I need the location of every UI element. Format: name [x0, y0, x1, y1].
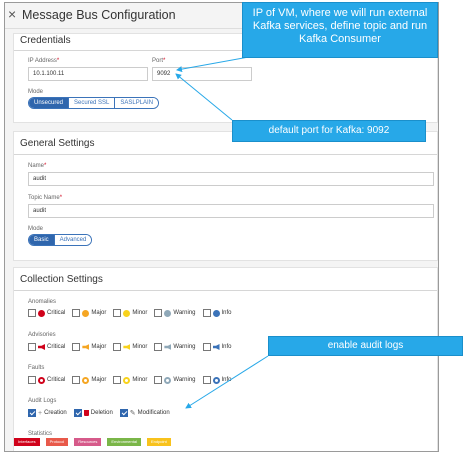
checkbox[interactable]	[154, 376, 163, 384]
advisory-critical-option[interactable]: Critical	[28, 343, 65, 351]
name-label: Name*	[28, 163, 47, 169]
fault-critical-option[interactable]: Critical	[28, 376, 65, 384]
checkbox[interactable]	[72, 343, 81, 351]
audit-logs-row: + Creation Deletion ✎ Modification	[28, 409, 177, 417]
advisory-info-option[interactable]: Info	[202, 343, 232, 351]
topic-name-input[interactable]: audit	[28, 204, 434, 218]
advisories-label: Advisories	[28, 332, 56, 338]
fault-minor-icon	[123, 376, 131, 384]
mode-label: Mode	[28, 89, 44, 95]
audit-logs-label: Audit Logs	[28, 398, 57, 404]
megaphone-icon	[82, 344, 90, 350]
port-label: Port*	[152, 58, 166, 64]
major-icon	[82, 309, 90, 317]
ip-callout: IP of VM, where we will run external Kaf…	[242, 2, 438, 58]
info-icon	[212, 309, 220, 317]
checkbox[interactable]	[73, 409, 82, 417]
tag-endpoint[interactable]: Endpoint	[146, 438, 171, 446]
critical-icon	[38, 309, 45, 317]
anomaly-info-option[interactable]: Info	[202, 309, 232, 317]
general-settings-title: General Settings	[20, 138, 95, 149]
fault-minor-option[interactable]: Minor	[113, 376, 147, 384]
checkbox[interactable]	[28, 309, 36, 317]
plus-icon: +	[38, 409, 43, 417]
anomaly-critical-option[interactable]: Critical	[28, 309, 65, 317]
audit-callout: enable audit logs	[268, 336, 463, 356]
mode-saslplain-button[interactable]: SASLPLAIN	[115, 98, 159, 108]
fault-warning-option[interactable]: Warning	[154, 376, 196, 384]
minor-icon	[123, 309, 131, 317]
checkbox[interactable]	[113, 309, 122, 317]
anomalies-label: Anomalies	[28, 299, 57, 305]
faults-label: Faults	[28, 365, 45, 371]
megaphone-icon	[212, 344, 220, 350]
checkbox[interactable]	[28, 376, 36, 384]
checkbox[interactable]	[113, 343, 122, 351]
checkbox[interactable]	[202, 309, 211, 317]
collection-settings-panel: Collection Settings Anomalies Critical M…	[13, 267, 438, 451]
anomaly-warning-option[interactable]: Warning	[154, 309, 196, 317]
fault-warning-icon	[164, 376, 172, 384]
section-divider	[14, 290, 437, 291]
ip-address-label: IP Address*	[28, 58, 60, 64]
megaphone-icon	[123, 344, 131, 350]
port-input[interactable]: 9092	[152, 67, 252, 81]
audit-deletion-option[interactable]: Deletion	[73, 409, 113, 417]
tag-interfaces[interactable]: Interfaces	[14, 438, 40, 446]
topic-name-label: Topic Name*	[28, 195, 63, 201]
credentials-mode-toggle: Unsecured Secured SSL SASLPLAIN	[28, 97, 160, 109]
fault-major-icon	[82, 376, 90, 384]
anomaly-minor-option[interactable]: Minor	[113, 309, 147, 317]
mode-unsecured-button[interactable]: Unsecured	[29, 98, 70, 108]
mode-label: Mode	[28, 226, 44, 232]
statistics-label: Statistics	[28, 431, 53, 437]
anomaly-major-option[interactable]: Major	[72, 309, 106, 317]
section-divider	[14, 154, 437, 155]
checkbox[interactable]	[28, 343, 36, 351]
megaphone-icon	[164, 344, 172, 350]
checkbox[interactable]	[113, 376, 122, 384]
tag-environmental[interactable]: Environmental	[107, 438, 141, 446]
name-input[interactable]: audit	[28, 172, 434, 186]
checkbox[interactable]	[72, 376, 81, 384]
checkbox[interactable]	[28, 409, 36, 417]
megaphone-icon	[38, 344, 45, 350]
ip-address-input[interactable]: 10.1.100.11	[28, 67, 148, 81]
audit-creation-option[interactable]: + Creation	[28, 409, 67, 417]
close-icon[interactable]: ×	[8, 7, 16, 21]
tag-resources[interactable]: Resources	[74, 438, 102, 446]
checkbox[interactable]	[154, 343, 163, 351]
fault-major-option[interactable]: Major	[72, 376, 106, 384]
fault-critical-icon	[38, 376, 45, 384]
pencil-icon: ✎	[129, 410, 136, 417]
advisory-major-option[interactable]: Major	[72, 343, 106, 351]
trash-icon	[83, 410, 89, 416]
advisory-minor-option[interactable]: Minor	[113, 343, 147, 351]
mode-secured-ssl-button[interactable]: Secured SSL	[69, 98, 116, 108]
message-bus-dialog: × Message Bus Configuration Credentials …	[4, 2, 439, 452]
advisory-warning-option[interactable]: Warning	[154, 343, 196, 351]
checkbox[interactable]	[119, 409, 128, 417]
tag-protocol[interactable]: Protocol	[45, 438, 69, 446]
fault-info-icon	[212, 376, 220, 384]
mode-basic-button[interactable]: Basic	[29, 235, 55, 245]
advisories-row: Critical Major Minor Warning Info	[28, 343, 239, 351]
port-callout: default port for Kafka: 9092	[232, 120, 426, 142]
checkbox[interactable]	[202, 343, 211, 351]
general-mode-toggle: Basic Advanced	[28, 234, 93, 246]
checkbox[interactable]	[202, 376, 211, 384]
anomalies-row: Critical Major Minor Warning Info	[28, 309, 239, 317]
fault-info-option[interactable]: Info	[202, 376, 232, 384]
warning-icon	[164, 309, 172, 317]
audit-modification-option[interactable]: ✎ Modification	[119, 409, 170, 417]
faults-row: Critical Major Minor Warning Info	[28, 376, 239, 384]
dialog-title: Message Bus Configuration	[22, 8, 176, 22]
collection-settings-title: Collection Settings	[20, 274, 103, 285]
general-settings-panel: General Settings Name* audit Topic Name*…	[13, 131, 438, 261]
mode-advanced-button[interactable]: Advanced	[54, 235, 92, 245]
credentials-title: Credentials	[20, 35, 71, 46]
statistics-tags: Interfaces Protocol Resources Environmen…	[14, 438, 177, 446]
checkbox[interactable]	[154, 309, 163, 317]
checkbox[interactable]	[72, 309, 81, 317]
